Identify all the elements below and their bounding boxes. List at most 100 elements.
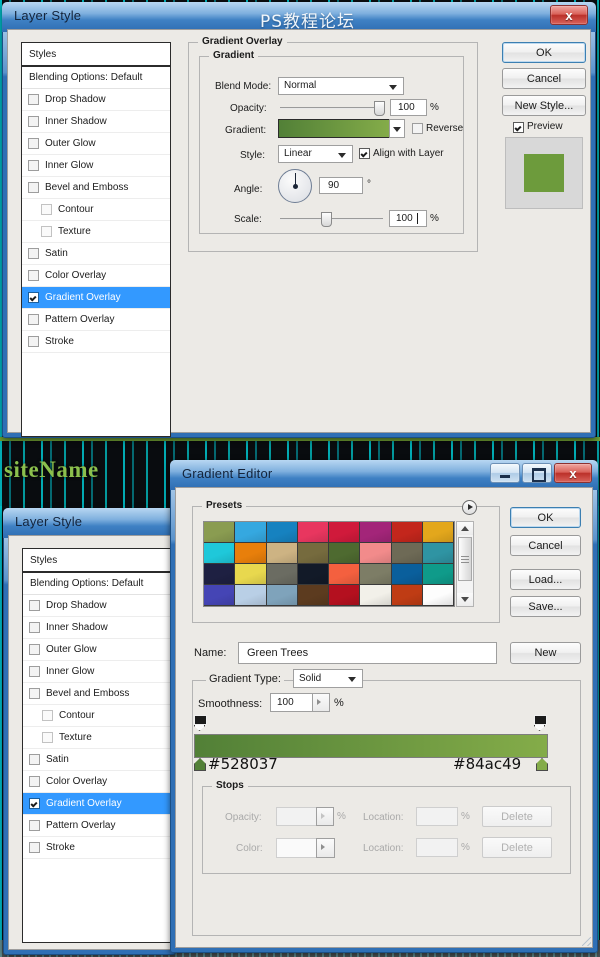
checkbox-gradient-overlay-2[interactable] (29, 798, 40, 809)
presets-scroll-thumb[interactable] (458, 537, 472, 581)
preset-swatch[interactable] (391, 522, 423, 543)
preset-swatch[interactable] (422, 564, 454, 585)
color-stop-left[interactable] (194, 758, 206, 771)
preset-swatch[interactable] (329, 585, 361, 606)
stops-opacity-input[interactable] (276, 807, 318, 826)
checkbox-inner-shadow[interactable] (28, 116, 39, 127)
style-row-inner-shadow[interactable]: Inner Shadow (22, 111, 170, 133)
style-row-bevel-and-emboss[interactable]: Bevel and Emboss (22, 177, 170, 199)
checkbox-drop-shadow[interactable] (28, 94, 39, 105)
presets-scroll-up-button[interactable] (457, 522, 473, 535)
checkbox-bevel-and-emboss[interactable] (28, 182, 39, 193)
preset-swatch[interactable] (329, 564, 361, 585)
preset-swatch[interactable] (360, 522, 392, 543)
opacity-stop-left[interactable] (194, 715, 207, 731)
angle-dial[interactable] (278, 169, 312, 203)
checkbox-color-overlay-2[interactable] (29, 776, 40, 787)
style-row-drop-shadow[interactable]: Drop Shadow (22, 89, 170, 111)
gradient-editor-titlebar[interactable]: Gradient Editor x (170, 460, 598, 490)
gradient-editor-load-button[interactable]: Load... (510, 569, 581, 590)
preset-swatch[interactable] (297, 522, 329, 543)
style-row-texture[interactable]: Texture (22, 221, 170, 243)
preset-swatch[interactable] (297, 543, 329, 564)
new-style-button[interactable]: New Style... (502, 95, 586, 116)
new-gradient-button[interactable]: New (510, 642, 581, 664)
preset-swatch[interactable] (204, 585, 236, 606)
checkbox-pattern-overlay-2[interactable] (29, 820, 40, 831)
smoothness-input[interactable]: 100 (270, 693, 314, 712)
preset-swatch[interactable] (235, 522, 267, 543)
preset-swatch[interactable] (391, 543, 423, 564)
stops-opacity-spinner[interactable] (316, 807, 334, 826)
gradient-editor-cancel-button[interactable]: Cancel (510, 535, 581, 556)
style2-row-inner-glow[interactable]: Inner Glow (23, 661, 171, 683)
style-row-color-overlay[interactable]: Color Overlay (22, 265, 170, 287)
opacity-stop-right[interactable] (534, 715, 547, 731)
checkbox-align-with-layer[interactable] (359, 148, 370, 159)
style-row-contour[interactable]: Contour (22, 199, 170, 221)
resize-grip-icon[interactable] (582, 937, 591, 946)
checkbox-bevel-and-emboss-2[interactable] (29, 688, 40, 699)
gradient-editor-maximize-button[interactable] (522, 463, 552, 483)
stops-color-swatch[interactable] (276, 838, 318, 858)
preset-swatch[interactable] (235, 543, 267, 564)
preset-swatch[interactable] (204, 543, 236, 564)
style2-row-drop-shadow[interactable]: Drop Shadow (23, 595, 171, 617)
layer-style-2-titlebar[interactable]: Layer Style (3, 508, 176, 538)
layer-style-close-button[interactable]: x (550, 5, 588, 25)
style2-row-inner-shadow[interactable]: Inner Shadow (23, 617, 171, 639)
gradient-type-select[interactable]: Solid (293, 669, 363, 688)
checkbox-contour-2[interactable] (42, 710, 53, 721)
presets-swatch-grid[interactable] (203, 521, 455, 607)
preset-swatch[interactable] (391, 564, 423, 585)
preset-swatch[interactable] (297, 564, 329, 585)
gradient-editor-minimize-button[interactable] (490, 463, 520, 483)
gradient-name-input[interactable]: Green Trees (238, 642, 497, 664)
checkbox-satin[interactable] (28, 248, 39, 259)
scale-input[interactable]: 100 (389, 210, 427, 227)
checkbox-satin-2[interactable] (29, 754, 40, 765)
checkbox-outer-glow[interactable] (28, 138, 39, 149)
checkbox-texture[interactable] (41, 226, 52, 237)
stops-location-input-1[interactable] (416, 807, 458, 826)
stops-delete-button-1[interactable]: Delete (482, 806, 552, 827)
style2-row-color-overlay[interactable]: Color Overlay (23, 771, 171, 793)
preset-swatch[interactable] (360, 585, 392, 606)
opacity-input[interactable]: 100 (390, 99, 427, 116)
preset-swatch[interactable] (235, 585, 267, 606)
preset-swatch[interactable] (235, 564, 267, 585)
style-select[interactable]: Linear (278, 145, 353, 163)
checkbox-stroke-2[interactable] (29, 842, 40, 853)
styles-list-2-blending-options[interactable]: Blending Options: Default (23, 573, 171, 595)
stops-delete-button-2[interactable]: Delete (482, 837, 552, 858)
checkbox-contour[interactable] (41, 204, 52, 215)
smoothness-spinner-button[interactable] (312, 693, 330, 712)
styles-list-2[interactable]: Styles Blending Options: Default Drop Sh… (22, 548, 172, 943)
style-row-gradient-overlay[interactable]: Gradient Overlay (22, 287, 170, 309)
scale-slider-thumb[interactable] (321, 212, 332, 227)
checkbox-gradient-overlay[interactable] (28, 292, 39, 303)
style2-row-pattern-overlay[interactable]: Pattern Overlay (23, 815, 171, 837)
ok-button[interactable]: OK (502, 42, 586, 63)
cancel-button[interactable]: Cancel (502, 68, 586, 89)
preset-swatch[interactable] (391, 585, 423, 606)
checkbox-preview[interactable] (513, 122, 524, 133)
checkbox-color-overlay[interactable] (28, 270, 39, 281)
opacity-slider-track[interactable] (280, 107, 383, 109)
color-stop-right[interactable] (536, 758, 548, 771)
style-row-satin[interactable]: Satin (22, 243, 170, 265)
preset-swatch[interactable] (266, 585, 298, 606)
checkbox-inner-glow[interactable] (28, 160, 39, 171)
presets-scroll-down-button[interactable] (457, 593, 473, 606)
checkbox-outer-glow-2[interactable] (29, 644, 40, 655)
preset-swatch[interactable] (422, 543, 454, 564)
stops-location-input-2[interactable] (416, 838, 458, 857)
preset-swatch[interactable] (422, 585, 454, 606)
preset-swatch[interactable] (266, 564, 298, 585)
preset-swatch[interactable] (204, 522, 236, 543)
checkbox-inner-shadow-2[interactable] (29, 622, 40, 633)
style2-row-contour[interactable]: Contour (23, 705, 171, 727)
checkbox-stroke[interactable] (28, 336, 39, 347)
gradient-editor-close-button[interactable]: x (554, 463, 592, 483)
preset-swatch[interactable] (297, 585, 329, 606)
